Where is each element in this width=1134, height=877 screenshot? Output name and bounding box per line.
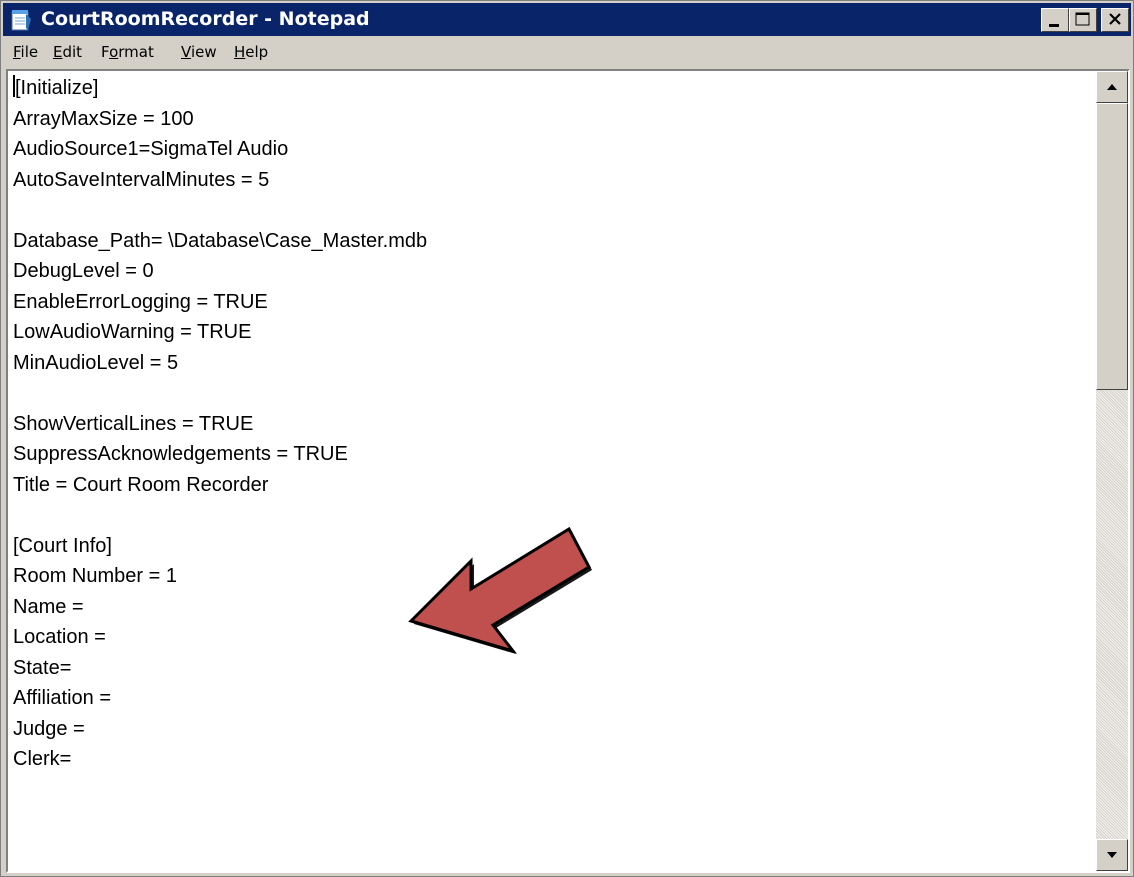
- text-line: Room Number = 1: [13, 565, 177, 587]
- text-line: AutoSaveIntervalMinutes = 5: [13, 168, 270, 191]
- text-line-content: [Initialize]: [15, 77, 99, 99]
- document-text[interactable]: [Initialize] ArrayMaxSize = 100 AudioSou…: [13, 73, 1094, 871]
- menu-format-prefix: F: [101, 43, 110, 61]
- menu-view-label: iew: [190, 43, 217, 61]
- menu-format-label: rmat: [118, 43, 154, 61]
- text-line: State=: [13, 656, 72, 679]
- menu-help-mnemonic: H: [234, 43, 246, 61]
- text-editor[interactable]: [Initialize] ArrayMaxSize = 100 AudioSou…: [6, 69, 1130, 873]
- text-line: EnableErrorLogging = TRUE: [13, 290, 268, 313]
- minimize-button[interactable]: [1041, 8, 1069, 32]
- text-line: LowAudioWarning = TRUE: [13, 321, 252, 343]
- text-line: Database_Path= \Database\Case_Master.mdb: [13, 229, 428, 252]
- scroll-thumb[interactable]: [1096, 103, 1128, 390]
- menu-bar: File Edit Format View Help: [3, 36, 1131, 68]
- window-title: CourtRoomRecorder - Notepad: [41, 8, 370, 30]
- text-line: Clerk=: [13, 748, 72, 770]
- close-button[interactable]: [1101, 8, 1129, 32]
- menu-help[interactable]: Help: [234, 36, 268, 68]
- menu-edit[interactable]: Edit: [53, 36, 82, 68]
- arrow-down-icon: [1107, 852, 1117, 858]
- text-line: MinAudioLevel = 5: [13, 351, 179, 374]
- menu-help-label: elp: [245, 43, 269, 61]
- text-line: [13, 500, 1094, 531]
- menu-file[interactable]: File: [13, 36, 38, 68]
- menu-format[interactable]: Format: [101, 36, 154, 68]
- minimize-icon: [1049, 24, 1059, 27]
- arrow-up-icon: [1107, 84, 1117, 90]
- text-line: SuppressAcknowledgements = TRUE: [13, 443, 348, 465]
- close-icon: [1109, 13, 1121, 25]
- maximize-button[interactable]: [1069, 8, 1097, 32]
- text-line: [13, 378, 1094, 409]
- text-line: [Court Info]: [13, 534, 112, 557]
- menu-view[interactable]: View: [181, 36, 217, 68]
- text-line: ShowVerticalLines = TRUE: [13, 412, 254, 435]
- text-line: DebugLevel = 0: [13, 260, 154, 282]
- menu-view-mnemonic: V: [181, 43, 191, 61]
- maximize-icon: [1075, 12, 1090, 26]
- menu-file-mnemonic: F: [13, 43, 21, 61]
- text-line: Affiliation =: [13, 687, 112, 709]
- scroll-down-button[interactable]: [1096, 839, 1128, 871]
- scroll-up-button[interactable]: [1096, 71, 1128, 103]
- notepad-window: CourtRoomRecorder - Notepad File Edit Fo…: [0, 0, 1134, 877]
- notepad-icon[interactable]: [9, 8, 33, 32]
- text-line: [Initialize]: [13, 73, 1094, 104]
- text-line: Location =: [13, 626, 106, 648]
- text-line: [13, 195, 1094, 226]
- menu-edit-label: dit: [62, 43, 83, 61]
- text-line: Title = Court Room Recorder: [13, 473, 269, 496]
- title-bar[interactable]: CourtRoomRecorder - Notepad: [3, 3, 1131, 36]
- menu-format-mnemonic: o: [109, 43, 119, 61]
- text-line: ArrayMaxSize = 100: [13, 107, 194, 130]
- text-line: Judge =: [13, 717, 85, 740]
- text-line: Name =: [13, 595, 84, 618]
- menu-file-label: ile: [20, 43, 39, 61]
- text-line: AudioSource1=SigmaTel Audio: [13, 138, 289, 160]
- vertical-scrollbar[interactable]: [1096, 71, 1128, 871]
